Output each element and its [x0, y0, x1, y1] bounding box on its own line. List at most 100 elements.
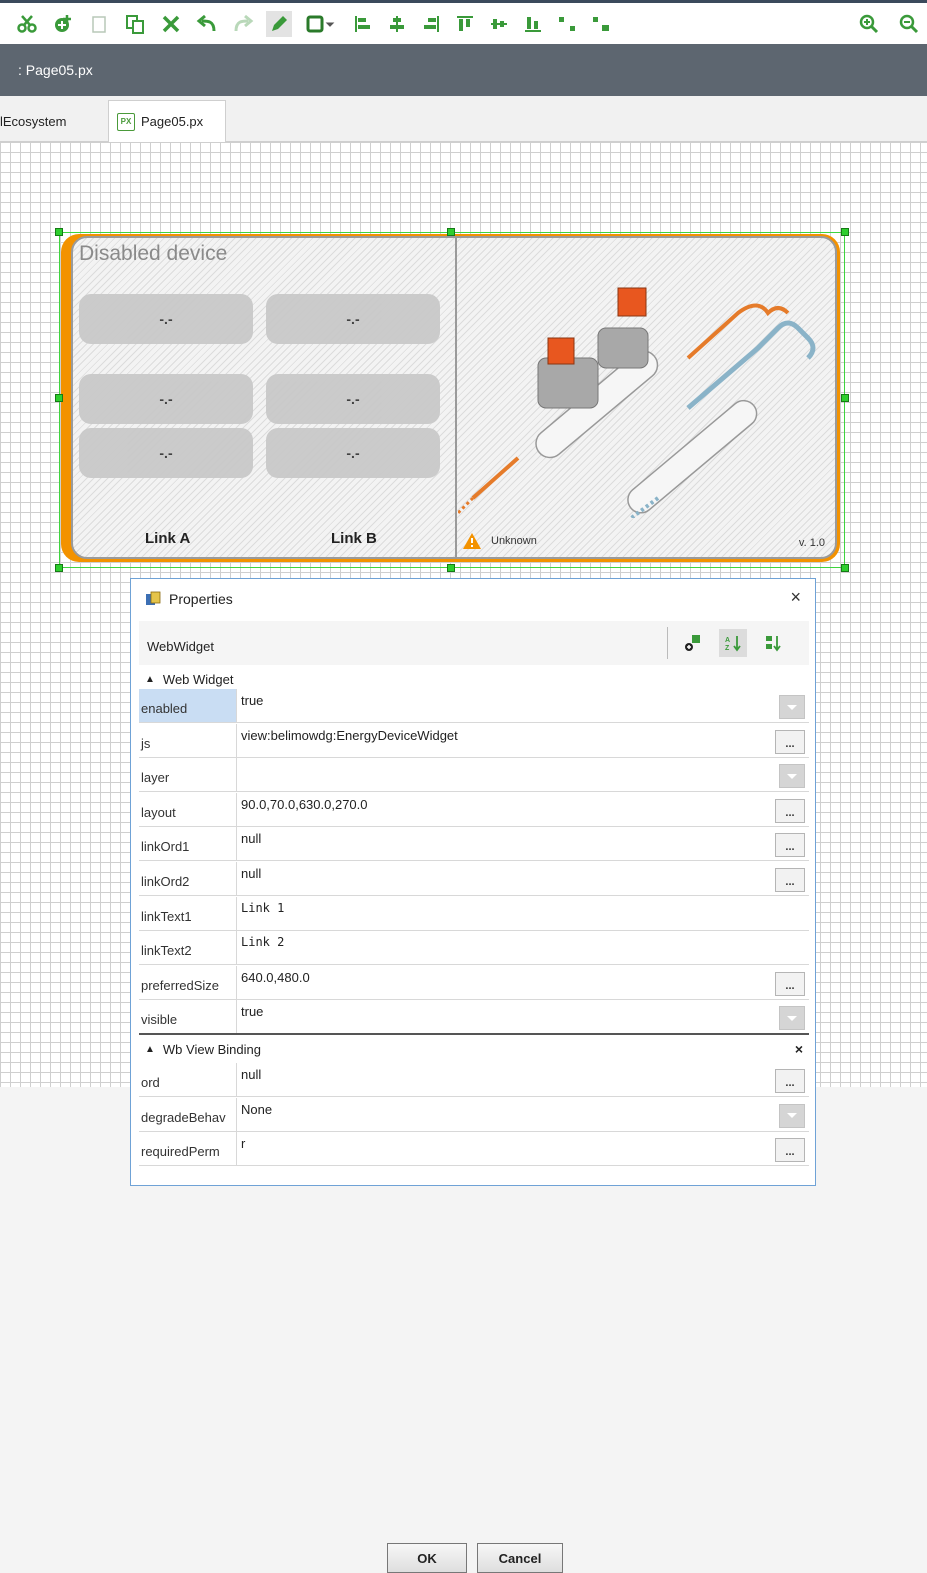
sort-az-icon: AZ: [725, 636, 741, 652]
align-middle-icon[interactable]: [486, 11, 512, 37]
collapse-icon: ▲: [145, 1043, 155, 1055]
resize-handle-se[interactable]: [841, 564, 849, 572]
value-tile: -.-: [79, 374, 253, 424]
property-row-visible[interactable]: visible true: [139, 1000, 809, 1035]
align-center-icon[interactable]: [384, 11, 410, 37]
value-tile: -.-: [79, 428, 253, 478]
resize-handle-n[interactable]: [447, 228, 455, 236]
sort-order-button[interactable]: [759, 629, 787, 657]
property-value[interactable]: null: [241, 831, 261, 846]
collapse-icon: ▲: [145, 673, 155, 685]
value-tile: -.-: [79, 294, 253, 344]
cancel-button[interactable]: Cancel: [477, 1543, 563, 1573]
dropdown-icon[interactable]: [322, 11, 338, 37]
resize-handle-sw[interactable]: [55, 564, 63, 572]
add-icon[interactable]: [50, 11, 76, 37]
sort-icon: [766, 636, 781, 652]
align-right-icon[interactable]: [418, 11, 444, 37]
property-row-requiredperm[interactable]: requiredPerm r...: [139, 1132, 809, 1167]
property-row-degradebehav[interactable]: degradeBehav None: [139, 1097, 809, 1132]
ellipsis-button[interactable]: ...: [775, 798, 805, 823]
property-row-layer[interactable]: layer: [139, 758, 809, 793]
align-top-icon[interactable]: [452, 11, 478, 37]
align-bottom-icon[interactable]: [520, 11, 546, 37]
zoom-in-icon[interactable]: [856, 11, 882, 37]
dialog-title-text: Properties: [169, 591, 233, 607]
resize-handle-e[interactable]: [841, 394, 849, 402]
toolbar-separator: [667, 627, 668, 659]
add-property-button[interactable]: [679, 629, 707, 657]
dropdown-button[interactable]: [779, 695, 805, 719]
property-value[interactable]: 640.0,480.0: [241, 970, 310, 985]
ellipsis-button[interactable]: ...: [775, 1069, 805, 1093]
zoom-out-icon[interactable]: [896, 11, 922, 37]
property-value[interactable]: Link 2: [241, 935, 284, 949]
remove-section-button[interactable]: ×: [795, 1041, 803, 1057]
property-value[interactable]: true: [241, 1004, 263, 1019]
resize-handle-s[interactable]: [447, 564, 455, 572]
property-value[interactable]: null: [241, 1067, 261, 1082]
dropdown-button[interactable]: [779, 1103, 805, 1128]
status-text: Unknown: [491, 535, 537, 547]
ellipsis-button[interactable]: ...: [775, 1138, 805, 1163]
resize-handle-nw[interactable]: [55, 228, 63, 236]
link-a-label[interactable]: Link A: [145, 530, 190, 547]
property-row-js[interactable]: js view:belimowdg:EnergyDeviceWidget...: [139, 723, 809, 758]
section-web-widget[interactable]: ▲ Web Widget: [139, 667, 809, 691]
property-row-linkord2[interactable]: linkOrd2 null...: [139, 862, 809, 896]
property-name: preferredSize: [139, 965, 237, 999]
property-name: layout: [139, 792, 237, 826]
property-row-ord[interactable]: ord null...: [139, 1063, 809, 1097]
ok-button[interactable]: OK: [387, 1543, 467, 1573]
paste-icon[interactable]: [122, 11, 148, 37]
property-value[interactable]: null: [241, 866, 261, 881]
ellipsis-button[interactable]: ...: [775, 868, 805, 892]
close-button[interactable]: ×: [790, 587, 801, 608]
tab-ecosystem[interactable]: lEcosystem: [0, 100, 104, 142]
clipboard-icon[interactable]: [86, 11, 112, 37]
type-header: WebWidget AZ: [139, 621, 809, 665]
dropdown-button[interactable]: [779, 1006, 805, 1031]
property-row-linkord1[interactable]: linkOrd1 null...: [139, 827, 809, 862]
link-b-label[interactable]: Link B: [331, 530, 377, 547]
resize-handle-ne[interactable]: [841, 228, 849, 236]
ellipsis-button[interactable]: ...: [775, 729, 805, 754]
property-value[interactable]: 90.0,70.0,630.0,270.0: [241, 797, 368, 812]
align-left-icon[interactable]: [350, 11, 376, 37]
property-row-layout[interactable]: layout 90.0,70.0,630.0,270.0...: [139, 792, 809, 827]
distribute-vertical-icon[interactable]: [588, 11, 614, 37]
delete-icon[interactable]: [158, 11, 184, 37]
cut-icon[interactable]: [14, 11, 40, 37]
property-name: visible: [139, 1000, 237, 1034]
distribute-horizontal-icon[interactable]: [554, 11, 580, 37]
property-value[interactable]: view:belimowdg:EnergyDeviceWidget: [241, 728, 458, 743]
ellipsis-button[interactable]: ...: [775, 833, 805, 858]
energy-device-widget[interactable]: Disabled device -.- -.- -.- -.- -.- -.- …: [61, 234, 840, 562]
property-row-preferredsize[interactable]: preferredSize 640.0,480.0...: [139, 965, 809, 1000]
property-row-linktext1[interactable]: linkText1 Link 1: [139, 896, 809, 931]
tab-page05[interactable]: PX Page05.px: [108, 100, 226, 142]
property-value[interactable]: r: [241, 1136, 245, 1151]
property-value[interactable]: true: [241, 693, 263, 708]
tab-strip: lEcosystem PX Page05.px: [0, 96, 927, 142]
resize-handle-w[interactable]: [55, 394, 63, 402]
properties-icon: [146, 591, 161, 605]
property-name: degradeBehav: [139, 1097, 237, 1131]
sort-alpha-button[interactable]: AZ: [719, 629, 747, 657]
path-bar: : Page05.px: [0, 44, 927, 96]
property-value[interactable]: None: [241, 1102, 272, 1117]
dropdown-button[interactable]: [779, 764, 805, 789]
value-tile: -.-: [266, 294, 440, 344]
section-title: Web Widget: [162, 671, 234, 687]
ellipsis-button[interactable]: ...: [775, 971, 805, 996]
property-row-linktext2[interactable]: linkText2 Link 2: [139, 931, 809, 966]
property-name: layer: [139, 758, 237, 792]
property-value[interactable]: Link 1: [241, 901, 284, 915]
version-label: v. 1.0: [798, 537, 825, 549]
redo-icon[interactable]: [230, 11, 256, 37]
property-row-enabled[interactable]: enabled true: [139, 689, 809, 723]
undo-icon[interactable]: [194, 11, 220, 37]
section-wb-view-binding[interactable]: ▲ Wb View Binding ×: [139, 1037, 809, 1061]
pencil-icon[interactable]: [266, 11, 292, 37]
add-slot-icon: [685, 635, 700, 651]
